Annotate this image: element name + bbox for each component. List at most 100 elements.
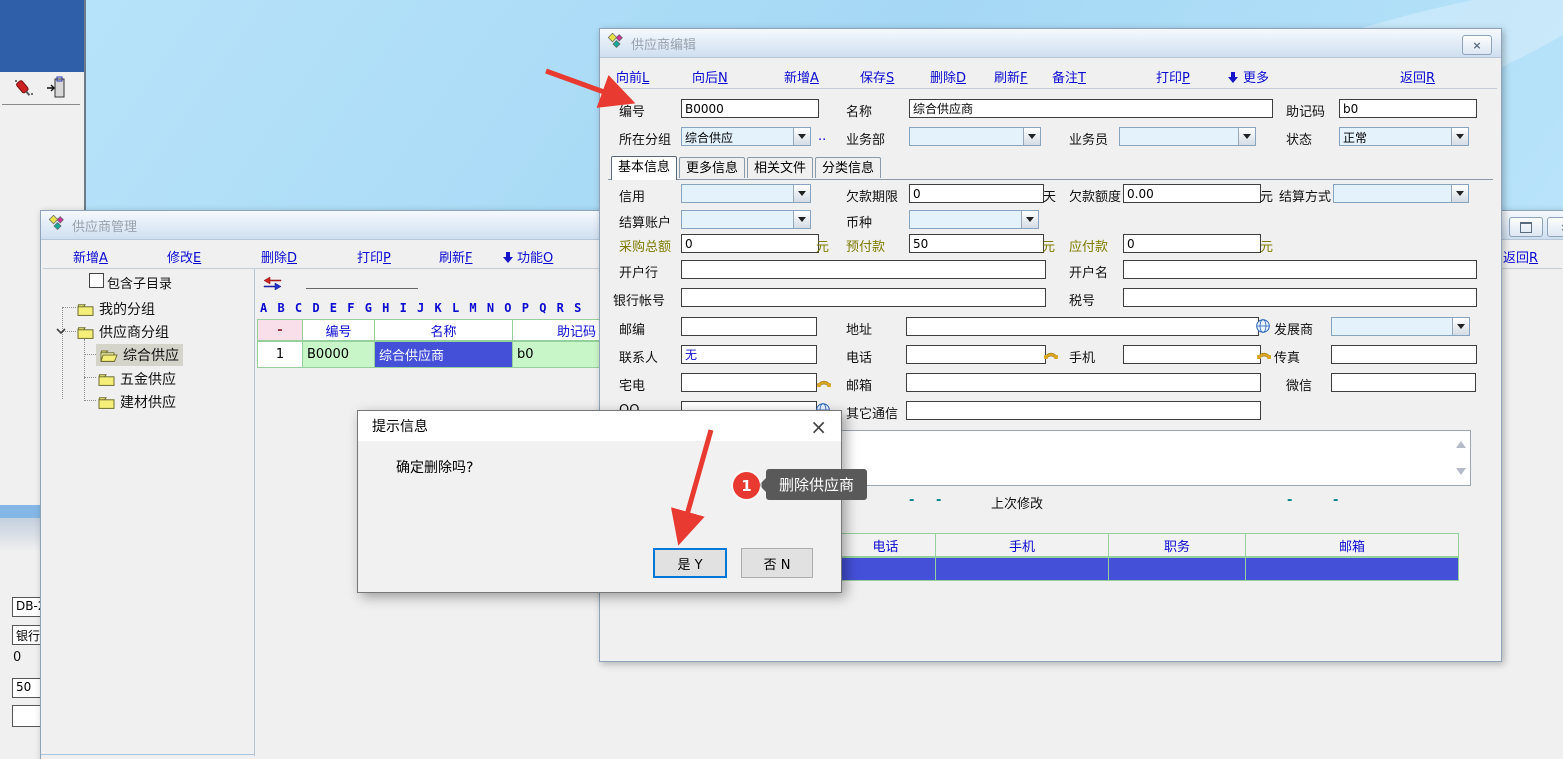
bank-account-input[interactable]	[681, 288, 1046, 307]
debt-limit-input[interactable]	[1123, 184, 1261, 203]
tool-pen-icon[interactable]	[12, 76, 36, 104]
contacts-header-position[interactable]: 职务	[1109, 533, 1246, 557]
tree-item-hardware-supply[interactable]: 五金供应	[98, 369, 176, 389]
debt-term-input[interactable]	[909, 184, 1044, 203]
phone-input[interactable]	[906, 345, 1046, 364]
department-combo[interactable]	[909, 127, 1041, 146]
edit-toolbar-save[interactable]: 保存S	[860, 67, 894, 86]
edit-close-button[interactable]: ×	[1462, 35, 1492, 55]
contacts-header-mobile[interactable]: 手机	[936, 533, 1109, 557]
email-input[interactable]	[906, 373, 1261, 392]
edit-toolbar-remark[interactable]: 备注T	[1052, 67, 1086, 86]
other-comm-input[interactable]	[906, 401, 1261, 420]
combo-arrow-icon[interactable]	[1452, 318, 1469, 335]
tree-item-supplier-groups[interactable]: 供应商分组	[77, 322, 169, 342]
grid-header-code[interactable]: 编号	[303, 319, 375, 341]
edit-toolbar-prev[interactable]: 向前L	[616, 67, 649, 86]
tab-category-info[interactable]: 分类信息	[815, 157, 881, 178]
combo-arrow-icon[interactable]	[1021, 211, 1038, 228]
alphabet-index-row[interactable]: A B C D E F G H I J K L M N O P Q R S	[260, 301, 581, 315]
credit-combo[interactable]	[681, 184, 811, 203]
contacts-header-email[interactable]: 邮箱	[1246, 533, 1459, 557]
mgmt-toolbar-delete[interactable]: 删除D	[261, 247, 297, 266]
group-browse-dots[interactable]: ..	[818, 129, 826, 144]
swap-columns-icon[interactable]	[263, 275, 282, 294]
currency-combo[interactable]	[909, 210, 1039, 229]
mobile-input[interactable]	[1123, 345, 1261, 364]
folder-icon	[98, 373, 115, 386]
quick-filter-input[interactable]	[306, 273, 418, 289]
tax-number-input[interactable]	[1123, 288, 1477, 307]
fax-input[interactable]	[1331, 345, 1477, 364]
scroll-up-icon[interactable]	[1456, 436, 1466, 448]
edit-toolbar-next[interactable]: 向后N	[692, 67, 728, 86]
mgmt-close-button[interactable]: ×	[1547, 217, 1563, 237]
mgmt-toolbar-refresh[interactable]: 刷新F	[439, 247, 473, 266]
tab-related-files[interactable]: 相关文件	[747, 157, 813, 178]
dialog-close-icon[interactable]: ×	[804, 413, 833, 441]
edit-toolbar-back[interactable]: 返回R	[1400, 67, 1435, 86]
edit-toolbar-print[interactable]: 打印P	[1156, 67, 1190, 86]
row-index-cell[interactable]: 1	[257, 341, 303, 368]
combo-arrow-icon[interactable]	[1238, 128, 1255, 145]
account-name-input[interactable]	[1123, 260, 1477, 279]
exit-door-icon[interactable]	[46, 76, 68, 104]
edit-toolbar-more[interactable]: 更多	[1228, 67, 1269, 88]
expand-chevron-icon[interactable]	[56, 324, 66, 340]
mgmt-toolbar-back[interactable]: 返回R	[1503, 247, 1538, 266]
edit-toolbar-add[interactable]: 新增A	[784, 67, 819, 86]
contacts-cell[interactable]	[1109, 557, 1246, 581]
include-subdirs-checkbox[interactable]	[89, 273, 104, 288]
mnemonic-input[interactable]	[1339, 99, 1477, 118]
settlement-method-combo[interactable]	[1333, 184, 1469, 203]
settlement-account-combo[interactable]	[681, 210, 811, 229]
name-input[interactable]	[909, 99, 1273, 118]
purchase-total-input[interactable]	[681, 234, 819, 253]
mgmt-toolbar-add[interactable]: 新增A	[73, 247, 108, 266]
tree-item-general-supply[interactable]: 综合供应	[96, 344, 183, 366]
mgmt-toolbar-functions[interactable]: 功能O	[503, 247, 553, 268]
edit-toolbar-refresh[interactable]: 刷新F	[994, 67, 1028, 86]
group-combo[interactable]: 综合供应	[681, 127, 811, 146]
tab-more-info[interactable]: 更多信息	[679, 157, 745, 178]
wechat-input[interactable]	[1331, 373, 1476, 392]
status-combo[interactable]: 正常	[1339, 127, 1469, 146]
postcode-input[interactable]	[681, 317, 817, 336]
combo-arrow-icon[interactable]	[793, 128, 810, 145]
combo-arrow-icon[interactable]	[1023, 128, 1040, 145]
mgmt-toolbar-edit[interactable]: 修改E	[167, 247, 201, 266]
mgmt-restore-button[interactable]	[1509, 217, 1543, 237]
yes-button[interactable]: 是 Y	[653, 548, 727, 578]
contacts-cell[interactable]	[1246, 557, 1459, 581]
salesperson-combo[interactable]	[1119, 127, 1256, 146]
contacts-header-phone[interactable]: 电话	[836, 533, 936, 557]
home-phone-input[interactable]	[681, 373, 817, 392]
combo-arrow-icon[interactable]	[793, 185, 810, 202]
mgmt-toolbar-print[interactable]: 打印P	[357, 247, 391, 266]
bank-branch-input[interactable]	[681, 260, 1046, 279]
prepayment-input[interactable]	[909, 234, 1044, 253]
row-code-cell[interactable]: B0000	[303, 341, 375, 368]
supplier-grid-row[interactable]: 1 B0000 综合供应商 b0	[257, 341, 641, 368]
grid-header-name[interactable]: 名称	[375, 319, 513, 341]
tab-basic-info[interactable]: 基本信息	[611, 156, 677, 180]
background-field-fifty[interactable]: 50	[12, 678, 42, 698]
panel-divider[interactable]	[254, 269, 255, 756]
combo-arrow-icon[interactable]	[1451, 128, 1468, 145]
code-input[interactable]	[681, 99, 819, 118]
combo-arrow-icon[interactable]	[793, 211, 810, 228]
contact-input[interactable]	[681, 345, 817, 364]
grid-header-indicator[interactable]: -	[257, 319, 303, 341]
no-button[interactable]: 否 N	[741, 548, 813, 578]
tree-item-building-supply[interactable]: 建材供应	[98, 392, 176, 412]
combo-arrow-icon[interactable]	[1451, 185, 1468, 202]
scroll-down-icon[interactable]	[1456, 468, 1466, 480]
address-input[interactable]	[906, 317, 1259, 336]
contacts-cell[interactable]	[936, 557, 1109, 581]
payable-input[interactable]	[1123, 234, 1261, 253]
contacts-cell[interactable]	[836, 557, 936, 581]
developer-combo[interactable]	[1331, 317, 1470, 336]
edit-toolbar-delete[interactable]: 删除D	[930, 67, 966, 86]
tree-item-my-groups[interactable]: 我的分组	[77, 299, 155, 319]
row-name-cell-selected[interactable]: 综合供应商	[375, 341, 513, 368]
